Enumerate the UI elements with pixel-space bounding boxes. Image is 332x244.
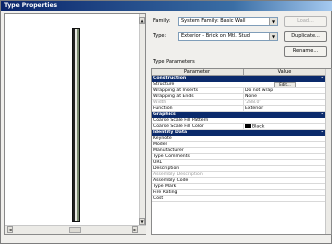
scroll-up-button[interactable]: ▲ <box>139 17 145 24</box>
type-value: Exterior - Brick on Mtl. Stud <box>181 33 250 39</box>
preview-pane[interactable]: ▲ ▼ ◄ ► <box>4 13 146 235</box>
type-parameters-heading: Type Parameters <box>153 59 195 65</box>
preview-horizontal-scrollbar[interactable]: ◄ ► <box>5 225 146 234</box>
wall-preview <box>72 28 80 222</box>
rename-button[interactable]: Rename... <box>284 46 327 57</box>
family-select[interactable]: System Family: Basic Wall ▼ <box>178 17 278 26</box>
grid-header: Parameter Value <box>152 69 326 76</box>
scroll-thumb[interactable] <box>69 227 81 233</box>
color-value: Black <box>252 124 265 130</box>
column-header-value[interactable]: Value <box>243 69 325 76</box>
type-properties-dialog: Type Properties ▲ ▼ ◄ ► Family: System F… <box>0 0 332 244</box>
chevron-down-icon[interactable]: ▼ <box>269 33 277 40</box>
preview-vertical-scrollbar[interactable]: ▲ ▼ <box>139 14 145 226</box>
scroll-right-button[interactable]: ► <box>132 226 138 233</box>
chevron-down-icon[interactable]: ▼ <box>269 18 277 25</box>
scroll-left-button[interactable]: ◄ <box>7 226 13 233</box>
type-parameters-grid[interactable]: Parameter Value Construction ⌃ Structure Ed… <box>151 68 332 235</box>
family-value: System Family: Basic Wall <box>181 18 246 24</box>
column-header-parameter[interactable]: Parameter <box>152 69 242 76</box>
parameter-rows: Construction ⌃ Structure Edit... Wrapping at… <box>152 76 326 202</box>
dialog-title: Type Properties <box>4 2 58 9</box>
scroll-down-button[interactable]: ▼ <box>139 218 145 225</box>
color-swatch <box>245 124 251 128</box>
parameter-name: Cost <box>153 196 164 201</box>
type-label: Type: <box>153 33 167 39</box>
type-select[interactable]: Exterior - Brick on Mtl. Stud ▼ <box>178 32 278 41</box>
load-button[interactable]: Load... <box>284 16 327 27</box>
grid-vertical-scrollbar[interactable] <box>325 69 331 234</box>
family-label: Family: <box>153 18 171 24</box>
parameter-row[interactable]: Cost <box>152 196 326 202</box>
title-bar[interactable]: Type Properties <box>1 1 332 11</box>
duplicate-button[interactable]: Duplicate... <box>284 31 327 42</box>
